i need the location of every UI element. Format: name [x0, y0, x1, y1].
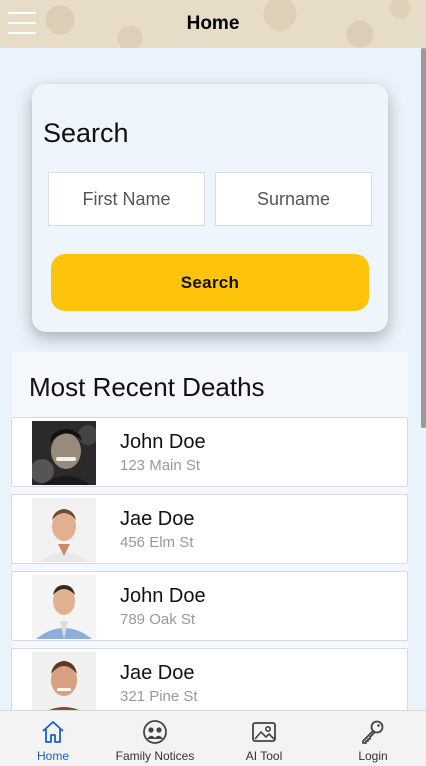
surname-field[interactable] — [215, 172, 372, 226]
item-address: 789 Oak St — [120, 611, 196, 628]
item-address: 123 Main St — [120, 457, 201, 474]
item-name: John Doe — [120, 585, 206, 607]
nav-family-notices[interactable]: Family Notices — [102, 711, 208, 766]
recent-title: Most Recent Deaths — [29, 372, 265, 402]
nav-home[interactable]: Home — [0, 711, 106, 766]
home-icon — [42, 721, 64, 743]
nav-home-label: Home — [36, 749, 69, 763]
item-name: Jae Doe — [120, 662, 195, 684]
portrait-photo — [32, 575, 96, 639]
item-address: 321 Pine St — [120, 688, 198, 705]
portrait-photo — [32, 652, 96, 716]
nav-ai-tool-label: AI Tool — [245, 749, 283, 763]
nav-login-label: Login — [358, 749, 388, 763]
item-address: 456 Elm St — [120, 534, 194, 551]
list-item[interactable]: John Doe 789 Oak St — [11, 571, 408, 641]
image-icon — [252, 722, 276, 742]
list-item[interactable]: John Doe 123 Main St — [11, 417, 408, 487]
family-icon — [143, 720, 167, 744]
item-name: John Doe — [120, 431, 206, 453]
page-title: Home — [186, 13, 240, 34]
scrollbar[interactable] — [421, 48, 426, 428]
app-header: Home — [0, 0, 426, 48]
list-item[interactable]: Jae Doe 321 Pine St — [11, 648, 408, 718]
hamburger-icon[interactable] — [8, 12, 36, 34]
item-name: Jae Doe — [120, 508, 195, 530]
search-card: Search Search — [32, 84, 388, 332]
list-item[interactable]: Jae Doe 456 Elm St — [11, 494, 408, 564]
key-icon — [362, 720, 384, 744]
portrait-photo — [32, 421, 96, 485]
search-title: Search — [43, 118, 129, 148]
nav-login[interactable]: Login — [320, 711, 426, 766]
first-name-field[interactable] — [48, 172, 205, 226]
bottom-nav: Home Family Notices AI Tool Login — [0, 710, 426, 766]
search-button[interactable]: Search — [51, 254, 369, 311]
portrait-photo — [32, 498, 96, 562]
nav-ai-tool[interactable]: AI Tool — [211, 711, 317, 766]
nav-family-notices-label: Family Notices — [115, 749, 195, 763]
